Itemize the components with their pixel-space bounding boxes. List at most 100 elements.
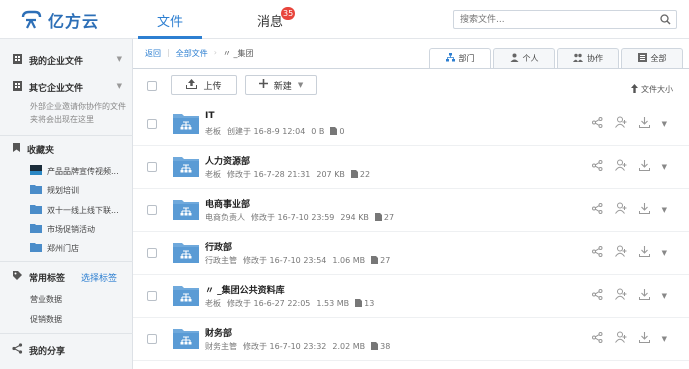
file-name[interactable]: 〃 _集团公共资料库 <box>205 283 285 296</box>
more-dropdown-icon[interactable]: ▼ <box>662 120 667 128</box>
select-all-checkbox[interactable] <box>147 81 157 91</box>
sidebar-item-favorites[interactable]: 收藏夹 <box>12 142 54 156</box>
file-meta: 老板 创建于 16-8-9 12:04 0 B 0 <box>205 126 345 137</box>
tab-all[interactable]: 全部 <box>621 48 683 68</box>
divider <box>0 333 133 334</box>
file-date: 16-7-28 21:31 <box>253 170 311 179</box>
share-icon[interactable] <box>591 245 603 260</box>
chevron-down-icon: ▼ <box>297 81 304 89</box>
add-collaborator-icon[interactable] <box>614 245 627 260</box>
file-size: 207 KB <box>316 170 345 179</box>
add-collaborator-icon[interactable] <box>614 288 627 303</box>
chevron-down-icon[interactable]: ▼ <box>117 82 122 90</box>
favorite-item[interactable]: 规划培训 <box>30 184 79 196</box>
sidebar-item-tags[interactable]: 常用标签 选择标签 <box>12 270 117 284</box>
file-meta: 行政主管 修改于 16-7-10 23:54 1.06 MB 27 <box>205 255 390 266</box>
tab-messages[interactable]: 消息 <box>257 11 283 30</box>
sidebar: 我的企业文件 ▼ 其它企业文件 ▼ 外部企业邀请你协作的文件 夹将会出现在这里 … <box>0 39 133 369</box>
all-files-link[interactable]: 全部文件 <box>176 48 208 59</box>
back-link[interactable]: 返回 <box>145 48 161 59</box>
chevron-down-icon[interactable]: ▼ <box>117 55 122 63</box>
tab-files[interactable]: 文件 <box>157 11 183 30</box>
share-icon[interactable] <box>591 202 603 217</box>
row-checkbox[interactable] <box>147 291 157 301</box>
upload-icon <box>186 78 198 92</box>
sidebar-item-my-enterprise-files[interactable]: 我的企业文件 <box>12 53 83 68</box>
row-checkbox[interactable] <box>147 248 157 258</box>
add-collaborator-icon[interactable] <box>614 331 627 346</box>
file-owner: 老板 <box>205 170 221 179</box>
tag-item[interactable]: 促销数据 <box>30 314 62 325</box>
tag-item[interactable]: 营业数据 <box>30 294 62 305</box>
search-icon[interactable] <box>660 14 671 28</box>
file-row[interactable]: 人力资源部 老板 修改于 16-7-28 21:31 207 KB 22 ▼ <box>133 146 689 189</box>
row-actions: ▼ <box>591 288 667 303</box>
favorite-item[interactable]: 郑州门店 <box>30 242 79 254</box>
file-count: 22 <box>359 170 371 179</box>
tab-personal[interactable]: 个人 <box>493 48 555 68</box>
favorite-item[interactable]: 双十一线上线下联... <box>30 204 119 216</box>
file-name[interactable]: IT <box>205 111 215 121</box>
share-icon[interactable] <box>591 288 603 303</box>
upload-button[interactable]: 上传 <box>171 75 237 95</box>
row-checkbox[interactable] <box>147 119 157 129</box>
divider <box>0 135 133 136</box>
add-collaborator-icon[interactable] <box>614 159 627 174</box>
add-collaborator-icon[interactable] <box>614 202 627 217</box>
file-row[interactable]: 行政部 行政主管 修改于 16-7-10 23:54 1.06 MB 27 ▼ <box>133 232 689 275</box>
file-row[interactable]: 〃 _集团公共资料库 老板 修改于 16-6-27 22:05 1.53 MB … <box>133 275 689 318</box>
tab-collaboration[interactable]: 协作 <box>557 48 619 68</box>
download-icon[interactable] <box>638 116 650 131</box>
row-actions: ▼ <box>591 159 667 174</box>
download-icon[interactable] <box>638 288 650 303</box>
download-icon[interactable] <box>638 245 650 260</box>
file-date: 16-6-27 22:05 <box>253 299 311 308</box>
share-icon[interactable] <box>591 159 603 174</box>
row-actions: ▼ <box>591 202 667 217</box>
breadcrumb-current: 〃 _集团 <box>222 49 254 58</box>
favorite-item[interactable]: 产品品牌宣传视频... <box>30 165 119 177</box>
file-action: 修改于 <box>227 170 251 179</box>
row-checkbox[interactable] <box>147 205 157 215</box>
row-checkbox[interactable] <box>147 334 157 344</box>
search-box[interactable] <box>453 10 677 29</box>
share-icon <box>12 343 23 357</box>
video-thumbnail-icon <box>30 165 42 177</box>
tab-department[interactable]: 部门 <box>429 48 491 68</box>
file-name[interactable]: 行政部 <box>205 240 232 253</box>
download-icon[interactable] <box>638 331 650 346</box>
more-dropdown-icon[interactable]: ▼ <box>662 249 667 257</box>
file-action: 创建于 <box>227 127 251 136</box>
download-icon[interactable] <box>638 202 650 217</box>
file-name[interactable]: 财务部 <box>205 326 232 339</box>
row-actions: ▼ <box>591 331 667 346</box>
row-checkbox[interactable] <box>147 162 157 172</box>
favorite-item[interactable]: 市场促销活动 <box>30 223 95 235</box>
more-dropdown-icon[interactable]: ▼ <box>662 292 667 300</box>
folder-icon <box>30 184 42 196</box>
more-dropdown-icon[interactable]: ▼ <box>662 163 667 171</box>
sidebar-item-label: 收藏夹 <box>27 145 55 156</box>
file-count: 27 <box>383 213 395 222</box>
file-size: 2.02 MB <box>332 342 366 351</box>
folder-icon <box>173 327 199 349</box>
file-row[interactable]: IT 老板 创建于 16-8-9 12:04 0 B 0 ▼ <box>133 103 689 146</box>
new-button[interactable]: 新建 ▼ <box>245 75 317 95</box>
logo[interactable]: 亿方云 <box>20 8 99 32</box>
share-icon[interactable] <box>591 331 603 346</box>
file-name[interactable]: 人力资源部 <box>205 154 250 167</box>
share-icon[interactable] <box>591 116 603 131</box>
choose-tags-link[interactable]: 选择标签 <box>81 271 117 284</box>
search-input[interactable] <box>454 11 644 28</box>
add-collaborator-icon[interactable] <box>614 116 627 131</box>
sort-by-size[interactable]: 文件大小 <box>631 84 673 95</box>
file-row[interactable]: 财务部 财务主管 修改于 16-7-10 23:32 2.02 MB 38 ▼ <box>133 318 689 361</box>
sidebar-item-other-enterprise-files[interactable]: 其它企业文件 <box>12 80 83 95</box>
download-icon[interactable] <box>638 159 650 174</box>
more-dropdown-icon[interactable]: ▼ <box>662 335 667 343</box>
file-name[interactable]: 电商事业部 <box>205 197 250 210</box>
more-dropdown-icon[interactable]: ▼ <box>662 206 667 214</box>
sidebar-item-my-share[interactable]: 我的分享 <box>12 343 65 357</box>
person-icon <box>510 53 519 64</box>
file-row[interactable]: 电商事业部 电商负责人 修改于 16-7-10 23:59 294 KB 27 … <box>133 189 689 232</box>
